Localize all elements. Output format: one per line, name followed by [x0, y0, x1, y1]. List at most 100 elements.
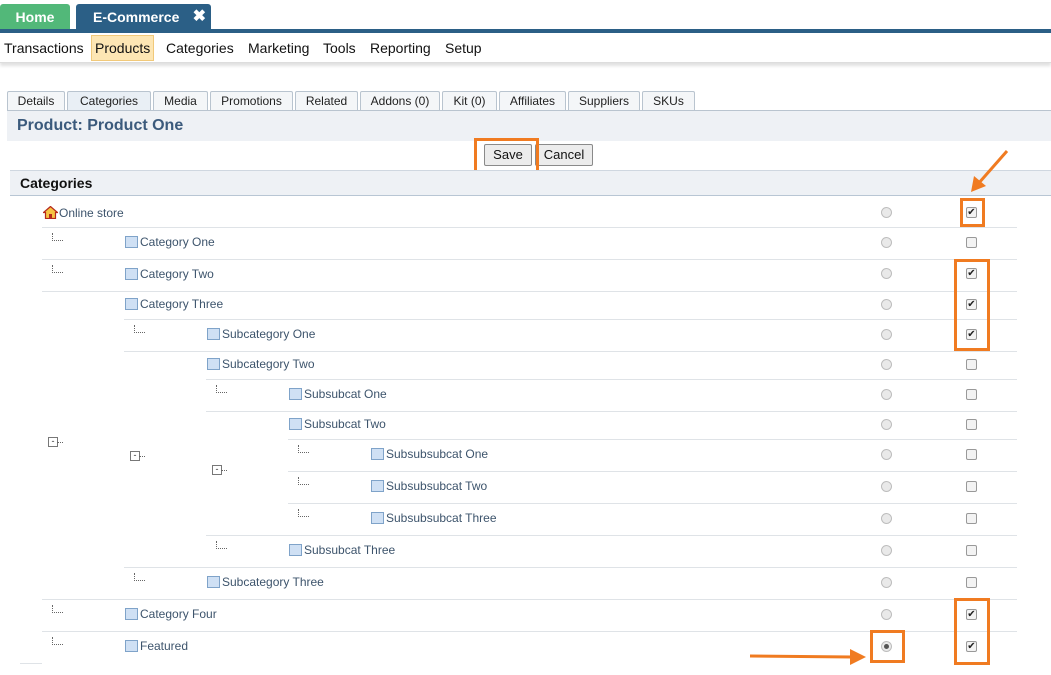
category-checkbox[interactable]: [966, 449, 977, 460]
tree-item-category-two[interactable]: Category Two: [125, 267, 214, 281]
tree-item-subcategory-one[interactable]: Subcategory One: [207, 327, 315, 341]
subtab-media[interactable]: Media: [153, 91, 208, 111]
subtab-affiliates[interactable]: Affiliates: [499, 91, 566, 111]
collapse-icon[interactable]: -: [130, 451, 145, 461]
tree-item-label: Subsubsubcat Three: [386, 511, 497, 525]
tree-connector: [216, 541, 227, 549]
primary-category-radio[interactable]: [881, 359, 892, 370]
category-checkbox[interactable]: [966, 359, 977, 370]
row-divider: [288, 439, 1017, 440]
primary-category-radio[interactable]: [881, 237, 892, 248]
subtab-addons[interactable]: Addons (0): [360, 91, 440, 111]
category-checkbox[interactable]: [966, 545, 977, 556]
category-checkbox[interactable]: [966, 237, 977, 248]
row-divider: [42, 599, 1017, 600]
tree-item-subsubsubcat-one[interactable]: Subsubsubcat One: [371, 447, 488, 461]
tree-item-label: Category Four: [140, 607, 217, 621]
page-title: Product: Product One: [17, 117, 184, 134]
tab-underline: [0, 29, 1051, 33]
primary-category-radio[interactable]: [881, 419, 892, 430]
folder-icon: [289, 388, 302, 400]
folder-icon: [125, 640, 138, 652]
subtab-suppliers[interactable]: Suppliers: [568, 91, 640, 111]
menu-categories[interactable]: Categories: [163, 36, 237, 60]
tab-home[interactable]: Home: [0, 4, 70, 30]
row-divider: [124, 319, 1017, 320]
subtab-categories[interactable]: Categories: [67, 91, 151, 111]
primary-category-radio[interactable]: [881, 513, 892, 524]
tree-item-label: Category One: [140, 235, 215, 249]
primary-category-radio[interactable]: [881, 449, 892, 460]
row-divider: [42, 291, 1017, 292]
primary-category-radio[interactable]: [881, 481, 892, 492]
tree-item-online-store[interactable]: Online store: [43, 206, 124, 220]
menu-products[interactable]: Products: [91, 35, 155, 61]
subtab-details[interactable]: Details: [7, 91, 65, 111]
tree-item-subsubcat-one[interactable]: Subsubcat One: [289, 387, 387, 401]
menu-marketing[interactable]: Marketing: [245, 36, 312, 60]
row-divider: [288, 503, 1017, 504]
category-checkbox[interactable]: [966, 389, 977, 400]
menu-setup[interactable]: Setup: [442, 36, 485, 60]
tree-item-label: Subsubsubcat Two: [386, 479, 488, 493]
highlight-box: [954, 598, 990, 665]
primary-category-radio[interactable]: [881, 299, 892, 310]
tree-item-label: Category Two: [140, 267, 214, 281]
tree-item-featured[interactable]: Featured: [125, 639, 188, 653]
folder-icon: [125, 236, 138, 248]
folder-icon: [207, 576, 220, 588]
subtab-skus[interactable]: SKUs: [642, 91, 695, 111]
subtab-related[interactable]: Related: [295, 91, 358, 111]
tree-item-category-three[interactable]: Category Three: [125, 297, 223, 311]
tree-item-label: Featured: [140, 639, 189, 653]
menu-reporting[interactable]: Reporting: [367, 36, 434, 60]
menu-transactions[interactable]: Transactions: [1, 36, 87, 60]
tree-item-subcategory-two[interactable]: Subcategory Two: [207, 357, 315, 371]
arrow-head-icon: [850, 649, 866, 665]
tree-item-subcategory-three[interactable]: Subcategory Three: [207, 575, 324, 589]
category-checkbox[interactable]: [966, 481, 977, 492]
collapse-icon[interactable]: -: [48, 437, 63, 447]
tree-item-category-one[interactable]: Category One: [125, 235, 215, 249]
tree-connector: [134, 325, 145, 333]
folder-icon: [289, 418, 302, 430]
primary-category-radio[interactable]: [881, 545, 892, 556]
primary-category-radio[interactable]: [881, 207, 892, 218]
folder-icon: [371, 480, 384, 492]
tree-item-label: Subsubcat Two: [304, 417, 386, 431]
primary-category-radio[interactable]: [881, 329, 892, 340]
tree-item-subsubsubcat-three[interactable]: Subsubsubcat Three: [371, 511, 497, 525]
subtab-kit[interactable]: Kit (0): [442, 91, 497, 111]
primary-category-radio[interactable]: [881, 389, 892, 400]
category-checkbox[interactable]: [966, 419, 977, 430]
categories-section-header: Categories: [10, 170, 1051, 196]
row-divider: [288, 471, 1017, 472]
subtab-promotions[interactable]: Promotions: [210, 91, 293, 111]
category-checkbox[interactable]: [966, 577, 977, 588]
tree-item-subsubcat-two[interactable]: Subsubcat Two: [289, 417, 386, 431]
folder-icon: [207, 328, 220, 340]
close-icon[interactable]: ✖: [193, 4, 206, 30]
cancel-button[interactable]: Cancel: [535, 144, 593, 166]
menu-tools[interactable]: Tools: [320, 36, 359, 60]
tree-item-category-four[interactable]: Category Four: [125, 607, 217, 621]
tree-connector: [298, 509, 309, 517]
tree-connector: [52, 265, 63, 273]
tree-connector: [216, 385, 227, 393]
tab-ecommerce[interactable]: E-Commerce ✖: [76, 4, 211, 30]
row-divider: [206, 411, 1017, 412]
primary-category-radio[interactable]: [881, 577, 892, 588]
tree-connector: [52, 637, 63, 645]
category-checkbox[interactable]: [966, 513, 977, 524]
primary-category-radio[interactable]: [881, 268, 892, 279]
row-divider: [42, 227, 1017, 228]
tree-item-subsubcat-three[interactable]: Subsubcat Three: [289, 543, 395, 557]
collapse-icon[interactable]: -: [212, 465, 227, 475]
tree-item-label: Category Three: [140, 297, 224, 311]
row-divider: [42, 259, 1017, 260]
row-divider: [124, 567, 1017, 568]
tree-item-subsubsubcat-two[interactable]: Subsubsubcat Two: [371, 479, 487, 493]
primary-category-radio[interactable]: [881, 609, 892, 620]
folder-icon: [125, 268, 138, 280]
row-divider: [206, 379, 1017, 380]
